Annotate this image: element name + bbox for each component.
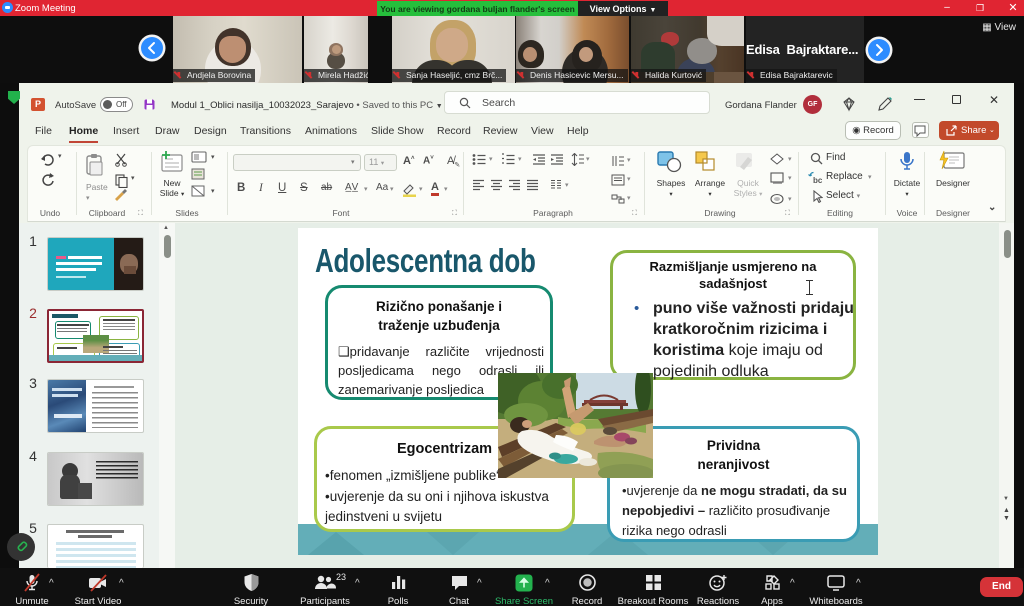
svg-text:bc: bc (813, 176, 823, 184)
